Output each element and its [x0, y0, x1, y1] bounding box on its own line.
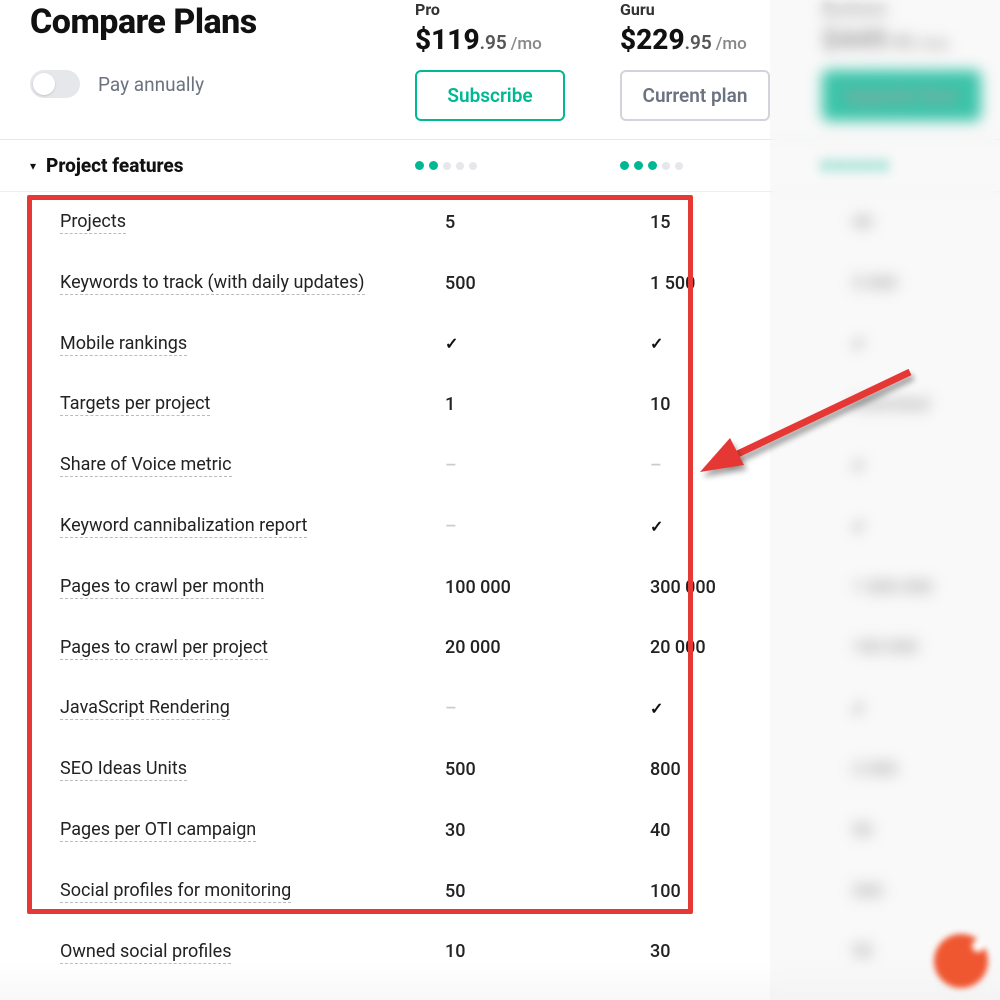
- plan-rating-business: [800, 161, 1000, 170]
- feature-label[interactable]: Projects: [60, 211, 126, 234]
- chevron-down-icon: ▾: [30, 159, 36, 173]
- feature-value: 5: [445, 212, 455, 233]
- plan-name-business: Business: [822, 0, 1000, 19]
- plan-price-business: $449: [822, 23, 887, 56]
- table-row: SEO Ideas Units 500 800 2 000: [0, 739, 1000, 800]
- annual-toggle-label: Pay annually: [98, 73, 204, 96]
- check-icon: [650, 333, 663, 354]
- feature-value: 40: [650, 820, 670, 841]
- feature-value: 1 500: [650, 273, 695, 294]
- feature-value: 2 000: [852, 759, 897, 780]
- feature-value: 500: [445, 273, 476, 294]
- feature-value: 50: [445, 881, 465, 902]
- feature-value: 20 000: [650, 637, 706, 658]
- feature-value: Unlimited: [852, 394, 929, 415]
- feature-value: 500: [445, 759, 476, 780]
- section-toggle-project-features[interactable]: ▾ Project features: [30, 154, 415, 177]
- feature-value: 100 000: [445, 577, 511, 598]
- feature-label[interactable]: Owned social profiles: [60, 941, 231, 964]
- feature-label[interactable]: Keywords to track (with daily updates): [60, 272, 365, 295]
- feature-value: 300 000: [650, 577, 716, 598]
- feature-value: 50: [852, 820, 872, 841]
- feature-value: 100: [650, 881, 681, 902]
- plan-price-guru: $229: [620, 23, 685, 56]
- feature-value: 50: [852, 941, 872, 962]
- feature-label[interactable]: JavaScript Rendering: [60, 697, 230, 720]
- check-icon: [852, 516, 865, 537]
- feature-label[interactable]: Social profiles for monitoring: [60, 880, 291, 903]
- feature-value: 30: [445, 820, 465, 841]
- feature-label[interactable]: Pages to crawl per month: [60, 576, 264, 599]
- current-plan-button-guru[interactable]: Current plan: [620, 70, 770, 121]
- plan-name-guru: Guru: [620, 0, 800, 19]
- chat-widget-icon[interactable]: [934, 934, 988, 988]
- table-row: Keyword cannibalization report –: [0, 496, 1000, 557]
- dash-icon: –: [445, 698, 457, 719]
- table-row: Pages to crawl per month 100 000 300 000 1 …: [0, 557, 1000, 618]
- table-row: Pages to crawl per project 20 000 20 000 10…: [0, 618, 1000, 679]
- check-icon: [650, 516, 663, 537]
- check-icon: [852, 455, 865, 476]
- plan-header-pro: Pro $119.95/mo Subscribe: [415, 0, 620, 121]
- plan-header-business: Business $449.95/mo Upgrade Now: [800, 0, 1000, 121]
- table-row: Owned social profiles 10 30 50: [0, 922, 1000, 983]
- dash-icon: –: [445, 455, 457, 476]
- table-row: JavaScript Rendering –: [0, 678, 1000, 739]
- section-title: Project features: [46, 154, 183, 177]
- feature-value: 10: [445, 941, 465, 962]
- feature-label[interactable]: Targets per project: [60, 393, 210, 416]
- plan-price-pro: $119: [415, 23, 480, 56]
- feature-label[interactable]: Pages per OTI campaign: [60, 819, 256, 842]
- check-icon: [445, 333, 458, 354]
- feature-value: 10: [650, 394, 670, 415]
- check-icon: [852, 333, 865, 354]
- check-icon: [852, 698, 865, 719]
- feature-value: 30: [650, 941, 670, 962]
- plan-rating-pro: [415, 161, 620, 170]
- table-row: Share of Voice metric – –: [0, 435, 1000, 496]
- feature-value: 40: [852, 212, 872, 233]
- feature-label[interactable]: Share of Voice metric: [60, 454, 232, 477]
- feature-value: 100 000: [852, 637, 918, 658]
- feature-label[interactable]: Mobile rankings: [60, 333, 187, 356]
- table-row: Projects 5 15 40: [0, 192, 1000, 253]
- annual-toggle[interactable]: [30, 70, 80, 98]
- plan-name-pro: Pro: [415, 0, 620, 19]
- plan-header-guru: Guru $229.95/mo Current plan: [620, 0, 800, 121]
- check-icon: [650, 698, 663, 719]
- dash-icon: –: [650, 455, 662, 476]
- subscribe-button-pro[interactable]: Subscribe: [415, 70, 565, 121]
- feature-value: 20 000: [445, 637, 501, 658]
- table-row: Keywords to track (with daily updates) 50…: [0, 253, 1000, 314]
- feature-value: 800: [650, 759, 681, 780]
- feature-label[interactable]: Keyword cannibalization report: [60, 515, 307, 538]
- table-row: Pages per OTI campaign 30 40 50: [0, 800, 1000, 861]
- table-row: Social profiles for monitoring 50 100 300: [0, 861, 1000, 922]
- upgrade-button-business[interactable]: Upgrade Now: [822, 70, 981, 121]
- table-row: Targets per project 1 10 Unlimited: [0, 374, 1000, 435]
- feature-value: 300: [852, 881, 883, 902]
- feature-label[interactable]: Pages to crawl per project: [60, 637, 268, 660]
- feature-value: 1: [445, 394, 455, 415]
- feature-label[interactable]: SEO Ideas Units: [60, 758, 187, 781]
- feature-value: 1 000 000: [852, 577, 933, 598]
- feature-value: 5 000: [852, 273, 897, 294]
- plan-rating-guru: [620, 161, 800, 170]
- table-row: Mobile rankings: [0, 314, 1000, 375]
- features-table: Projects 5 15 40 Keywords to track (with dai…: [0, 192, 1000, 982]
- page-title: Compare Plans: [30, 2, 415, 42]
- dash-icon: –: [445, 516, 457, 537]
- feature-value: 15: [650, 212, 670, 233]
